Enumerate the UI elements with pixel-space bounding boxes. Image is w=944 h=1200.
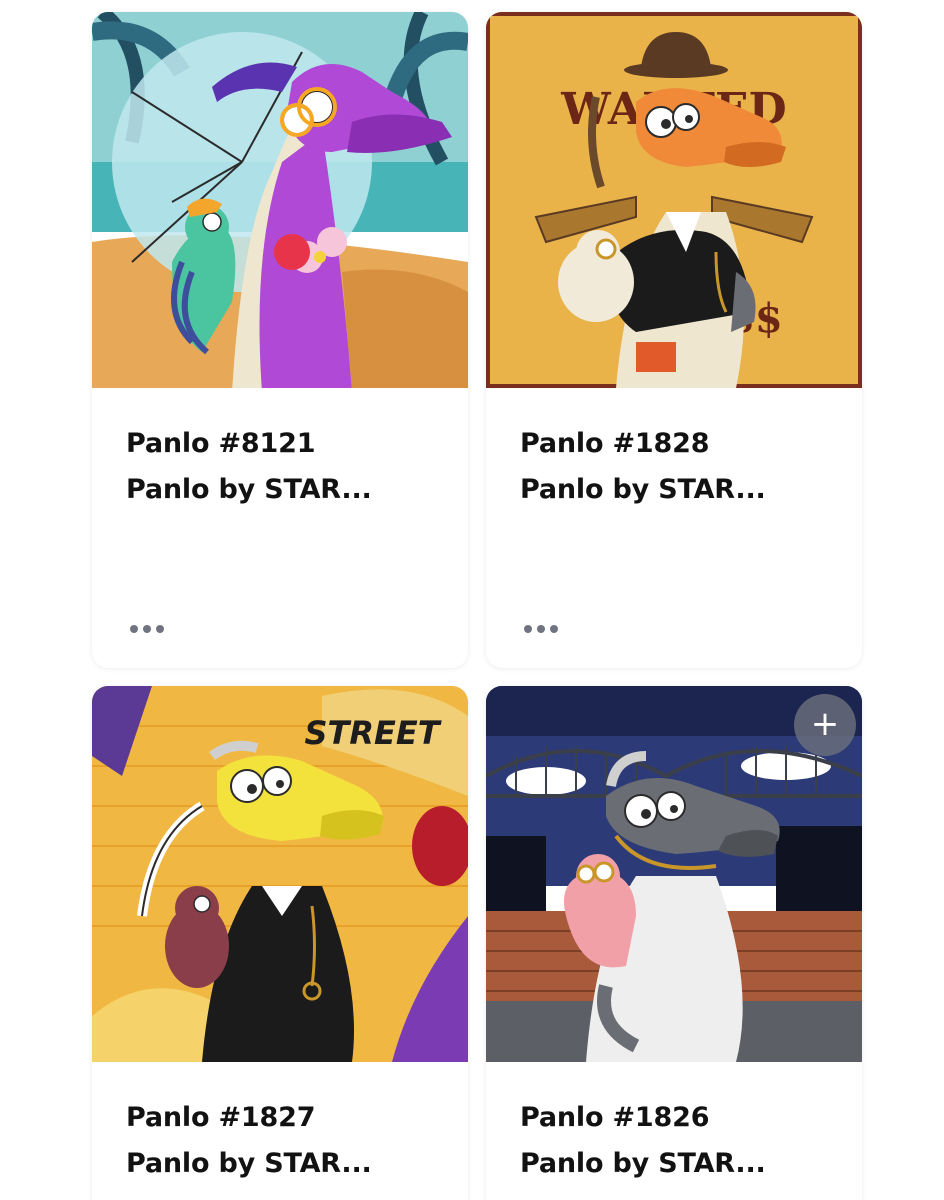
nft-title[interactable]: Panlo #8121 — [126, 426, 436, 462]
plus-icon: + — [810, 704, 840, 744]
nft-card[interactable]: STREET Panlo #1827 Panlo by STAR... — [92, 686, 468, 1200]
ellipsis-icon — [537, 625, 545, 633]
nft-title[interactable]: Panlo #1828 — [520, 426, 830, 462]
nft-artwork-beach[interactable] — [92, 12, 468, 388]
nft-card[interactable]: WANTED $$$ Pan — [486, 12, 862, 668]
nft-collection-name[interactable]: Panlo by STAR... — [520, 1146, 830, 1182]
ellipsis-icon — [143, 625, 151, 633]
nft-card[interactable]: + Panlo #1826 Panlo by STAR... — [486, 686, 862, 1200]
ellipsis-icon — [550, 625, 558, 633]
ellipsis-icon — [524, 625, 532, 633]
nft-collection-name[interactable]: Panlo by STAR... — [126, 1146, 436, 1182]
nft-collection-name[interactable]: Panlo by STAR... — [520, 472, 830, 508]
ellipsis-icon — [130, 625, 138, 633]
nft-title[interactable]: Panlo #1826 — [520, 1100, 830, 1136]
more-options-button[interactable] — [130, 614, 190, 644]
add-button[interactable]: + — [794, 694, 856, 756]
more-options-button[interactable] — [524, 614, 584, 644]
nft-artwork-wanted-poster[interactable]: WANTED $$$ — [486, 12, 862, 388]
nft-artwork-graffiti-wall[interactable]: STREET — [92, 686, 468, 1062]
nft-grid: Panlo #8121 Panlo by STAR... WANTED $$$ — [0, 0, 944, 1200]
nft-collection-name[interactable]: Panlo by STAR... — [126, 472, 436, 508]
graffiti-text: STREET — [304, 714, 441, 752]
nft-title[interactable]: Panlo #1827 — [126, 1100, 436, 1136]
ellipsis-icon — [156, 625, 164, 633]
nft-card[interactable]: Panlo #8121 Panlo by STAR... — [92, 12, 468, 668]
